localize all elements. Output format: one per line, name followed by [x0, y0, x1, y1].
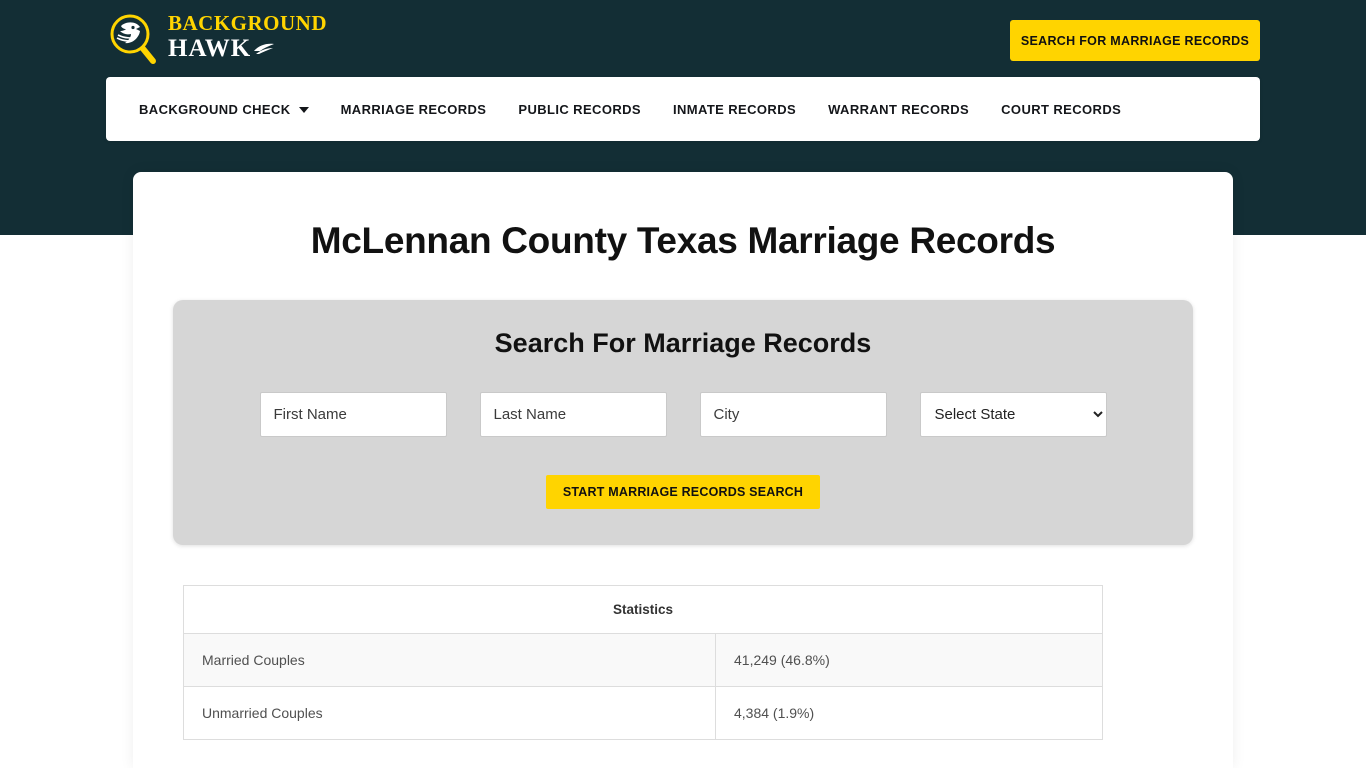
table-header-row: Statistics — [183, 585, 1103, 634]
logo-wordmark: BACKGROUND HAWK — [168, 13, 327, 65]
main-navigation: BACKGROUND CHECK MARRIAGE RECORDS PUBLIC… — [106, 77, 1260, 141]
stat-label-unmarried-couples: Unmarried Couples — [183, 686, 716, 740]
nav-item-public-records[interactable]: PUBLIC RECORDS — [518, 102, 641, 117]
stat-value-unmarried-couples: 4,384 (1.9%) — [715, 686, 1103, 740]
chevron-down-icon[interactable] — [298, 107, 309, 113]
submit-row: START MARRIAGE RECORDS SEARCH — [173, 475, 1193, 509]
page-title: McLennan County Texas Marriage Records — [310, 220, 1056, 261]
hawk-magnifier-icon — [106, 11, 162, 67]
search-panel-title: Search For Marriage Records — [494, 328, 872, 358]
first-name-input[interactable] — [259, 392, 447, 437]
nav-item-inmate-records[interactable]: INMATE RECORDS — [673, 102, 796, 117]
nav-label-background-check: BACKGROUND CHECK — [139, 101, 291, 117]
state-select[interactable]: Select State — [919, 392, 1107, 437]
wing-icon — [254, 43, 275, 54]
search-fields-row: Select State — [173, 392, 1193, 437]
statistics-table-head: Statistics — [183, 585, 1103, 634]
logo-hawk-text: HAWK — [168, 35, 252, 62]
logo-line-hawk: HAWK — [168, 36, 327, 61]
logo-line-background: BACKGROUND — [168, 11, 328, 35]
stat-label-married-couples: Married Couples — [183, 633, 716, 687]
table-row: Married Couples 41,249 (46.8%) — [183, 633, 1103, 687]
city-input[interactable] — [699, 392, 887, 437]
nav-item-court-records[interactable]: COURT RECORDS — [1001, 102, 1121, 117]
statistics-header-cell: Statistics — [183, 585, 1103, 634]
statistics-table: Statistics Married Couples 41,249 (46.8%… — [183, 585, 1103, 740]
nav-item-background-check[interactable]: BACKGROUND CHECK — [139, 102, 309, 117]
statistics-table-body: Married Couples 41,249 (46.8%) Unmarried… — [183, 633, 1103, 740]
nav-item-marriage-records[interactable]: MARRIAGE RECORDS — [341, 102, 487, 117]
last-name-input[interactable] — [479, 392, 667, 437]
nav-item-warrant-records[interactable]: WARRANT RECORDS — [828, 102, 969, 117]
main-content-card: McLennan County Texas Marriage Records S… — [133, 172, 1233, 768]
start-marriage-records-search-button[interactable]: START MARRIAGE RECORDS SEARCH — [545, 475, 821, 509]
page-root: BACKGROUND HAWK SEARCH FOR MARRIAGE RECO… — [0, 0, 1366, 768]
header-search-marriage-records-button[interactable]: SEARCH FOR MARRIAGE RECORDS — [1010, 20, 1260, 61]
search-panel: Search For Marriage Records Select State… — [173, 300, 1193, 545]
site-logo[interactable]: BACKGROUND HAWK — [106, 8, 376, 70]
stat-value-married-couples: 41,249 (46.8%) — [715, 633, 1103, 687]
table-row: Unmarried Couples 4,384 (1.9%) — [183, 686, 1103, 740]
